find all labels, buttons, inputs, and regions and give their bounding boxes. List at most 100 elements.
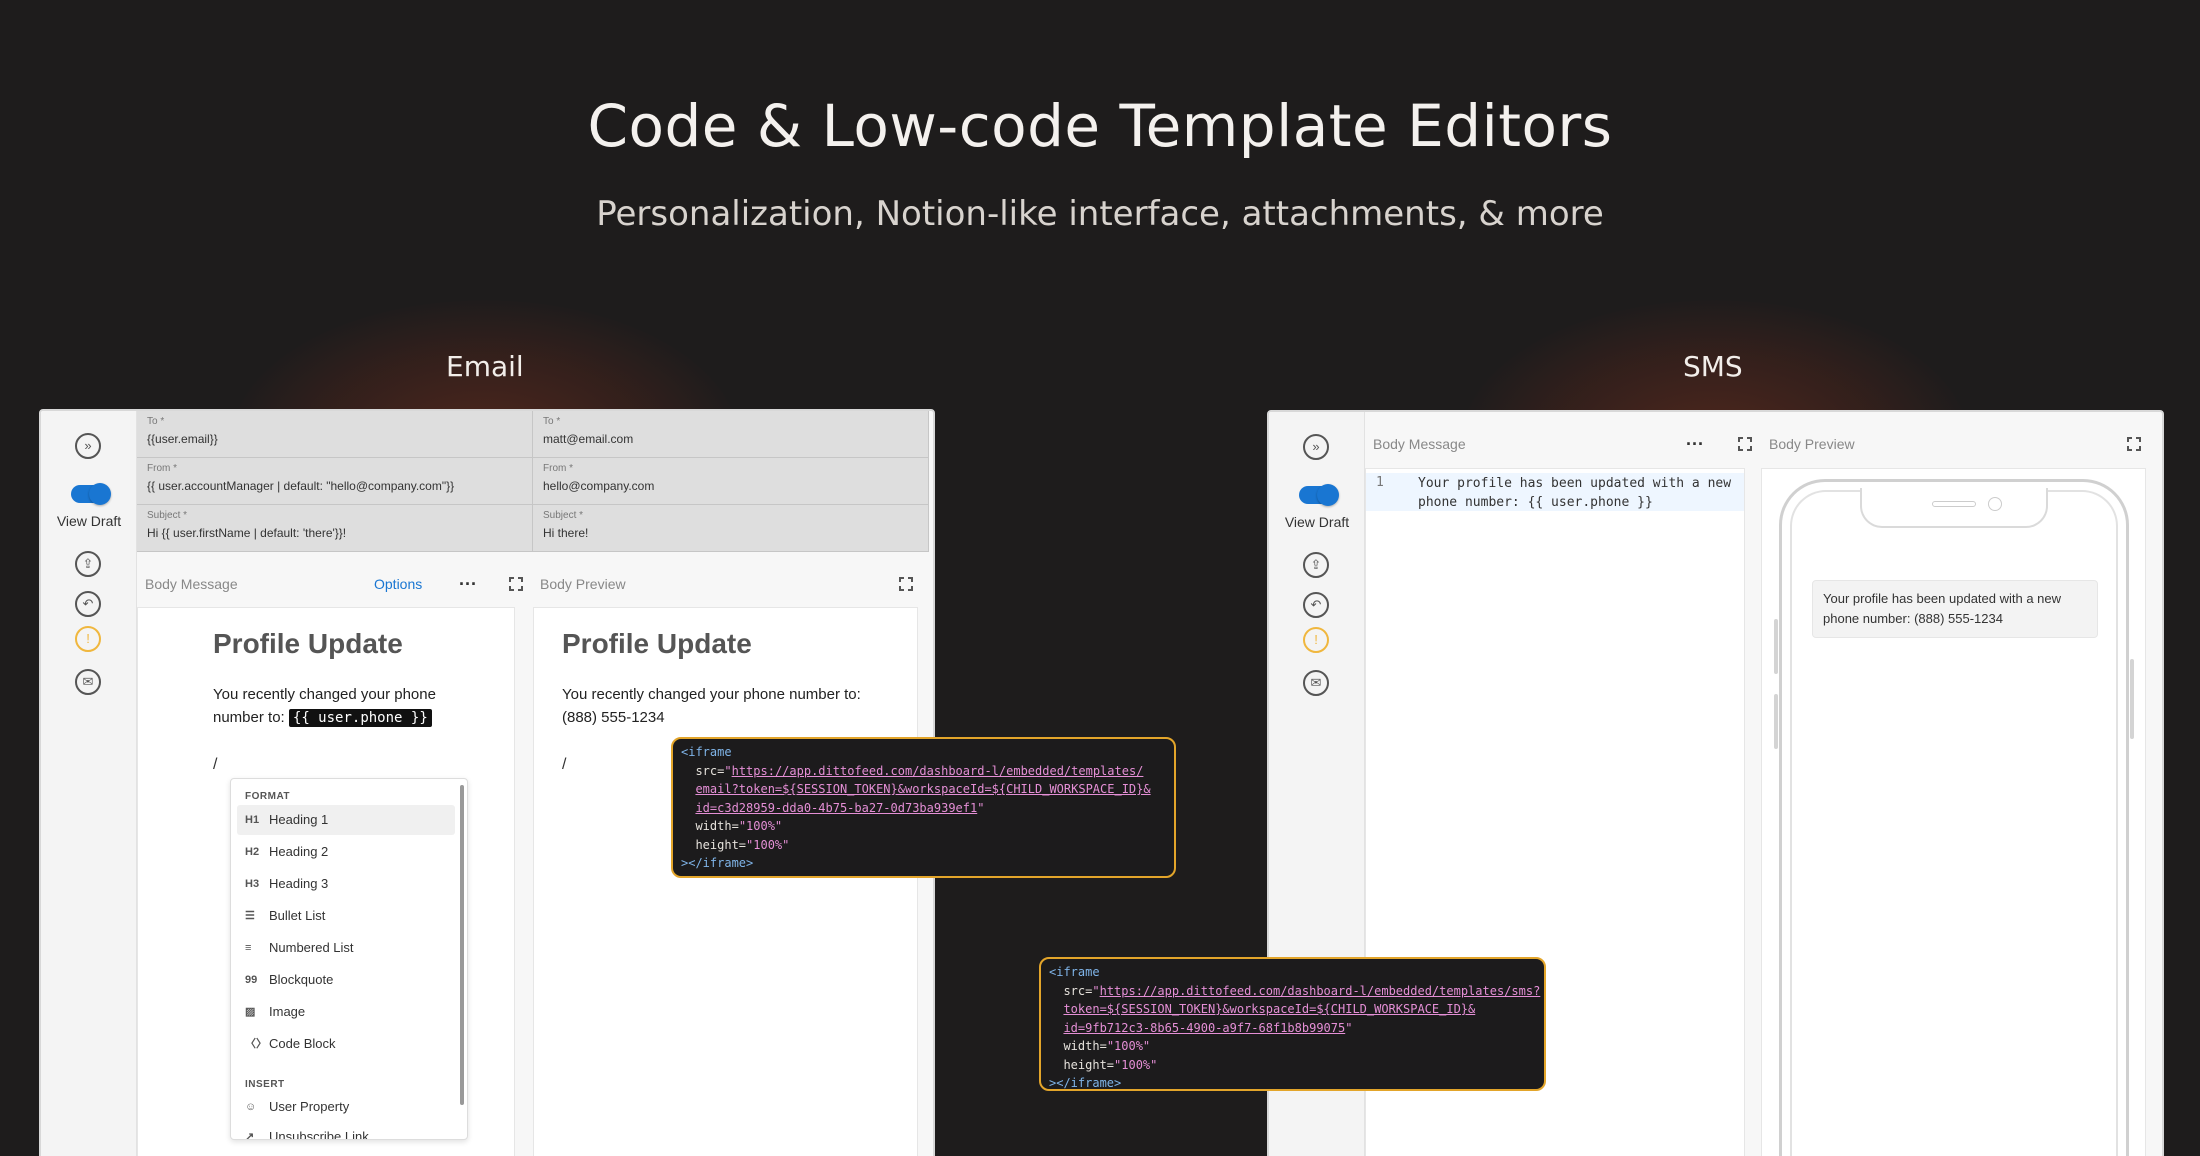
from-field[interactable]: From * {{ user.accountManager | default:… [137,458,533,505]
send-test-icon[interactable]: ✉ [75,669,101,695]
code-open-tag: <iframe [1049,965,1100,979]
sms-expand-preview-icon[interactable] [2127,437,2141,451]
more-options-button[interactable]: ... [459,569,477,590]
menu-item-user-property[interactable]: ☺ User Property [237,1092,455,1122]
phone-speaker [1932,501,1976,507]
unsubscribe-link-icon: ↗ [245,1131,255,1140]
code-height-val: "100%" [1114,1057,1158,1072]
phone-side-button [1774,694,1778,749]
expand-editor-icon[interactable] [509,577,523,591]
preview-doc-line2: (888) 555-1234 [562,709,665,726]
code-width-val: "100%" [1106,1039,1151,1053]
image-icon: ▨ [245,1006,256,1018]
menu-item-blockquote[interactable]: 99 Blockquote [237,965,455,995]
code-height-attr: height= [1063,1057,1115,1072]
to-preview-label: To * [543,416,561,427]
menu-item-label: Blockquote [269,972,334,987]
preview-doc-line1: You recently changed your phone number t… [562,686,861,703]
editor-doc-line2-prefix: number to: [213,709,285,726]
code-width-val: "100%" [738,819,783,833]
email-embed-code: <iframe src="https://app.dittofeed.com/d… [671,737,1176,878]
from-field-value: {{ user.accountManager | default: "hello… [147,479,455,493]
phone-side-button [2130,659,2134,739]
sms-editor-line2: phone number: {{ user.phone }} [1418,495,1653,510]
menu-item-label: Image [269,1004,306,1019]
options-button[interactable]: Options [374,576,422,592]
publish-icon[interactable]: ⇪ [75,551,101,577]
user-phone-variable[interactable]: {{ user.phone }} [288,709,432,727]
hero-subtitle: Personalization, Notion-like interface, … [596,194,1604,234]
subject-preview-field: Subject * Hi there! [533,505,929,552]
phone-notch [1860,488,2048,528]
menu-item-heading-3[interactable]: H3 Heading 3 [237,869,455,899]
email-section-label: Email [446,350,524,383]
publish-icon[interactable]: ⇪ [1303,552,1329,578]
preview-slash: / [562,756,567,773]
view-draft-toggle[interactable] [71,483,111,505]
sidebar-rail: » View Draft ⇪ ↶ ! ✉ [41,411,137,1156]
warning-icon[interactable]: ! [75,626,101,652]
menu-item-numbered-list[interactable]: ≡ Numbered List [237,933,455,963]
code-width-attr: width= [1063,1039,1107,1053]
code-height-attr: height= [695,837,747,852]
menu-item-heading-2[interactable]: H2 Heading 2 [237,837,455,867]
menu-scrollbar[interactable] [460,785,464,1105]
revert-icon[interactable]: ↶ [1303,592,1329,618]
slash-command-cursor: / [213,756,218,773]
from-preview-field: From * hello@company.com [533,458,929,505]
menu-item-unsubscribe-link[interactable]: ↗ Unsubscribe Link [237,1122,455,1140]
code-url-line2: email?token=${SESSION_TOKEN}&workspaceId… [695,782,1151,796]
sms-section-label: SMS [1683,350,1743,383]
phone-side-button [1774,619,1778,674]
menu-item-label: User Property [269,1099,350,1114]
slash-command-menu: FORMAT H1 Heading 1 H2 Heading 2 H3 Heading… [230,778,468,1140]
sms-embed-code: <iframe src="https://app.dittofeed.com/d… [1039,957,1546,1091]
revert-icon[interactable]: ↶ [75,591,101,617]
menu-item-label: Unsubscribe Link [269,1129,369,1140]
to-field-label: To * [147,416,165,427]
menu-item-label: Heading 3 [269,876,329,891]
view-draft-toggle[interactable] [1299,484,1339,506]
subject-field-label: Subject * [147,510,188,521]
hero-title: Code & Low-code Template Editors [587,92,1613,160]
to-field[interactable]: To * {{user.email}} [137,411,533,458]
to-preview-field: To * matt@email.com [533,411,929,458]
sms-preview-bubble: Your profile has been updated with a new… [1812,580,2098,638]
subject-preview-label: Subject * [543,510,584,521]
email-body-preview: Profile Update You recently changed your… [533,607,918,1156]
menu-item-image[interactable]: ▨ Image [237,997,455,1027]
code-block-icon: 〈〉 [245,1038,267,1050]
warning-icon[interactable]: ! [1303,627,1329,653]
send-test-icon[interactable]: ✉ [1303,670,1329,696]
code-src-attr: src= [695,763,725,778]
preview-doc-title: Profile Update [562,628,752,659]
to-preview-value: matt@email.com [543,432,634,446]
expand-sidebar-icon[interactable]: » [75,433,101,459]
code-url-line2: token=${SESSION_TOKEN}&workspaceId=${CHI… [1063,1002,1476,1016]
sms-editor-line1: Your profile has been updated with a new [1418,476,1732,491]
expand-preview-icon[interactable] [899,577,913,591]
expand-sidebar-icon[interactable]: » [1303,434,1329,460]
heading-3-icon: H3 [245,878,260,890]
phone-frame: Your profile has been updated with a new… [1779,479,2129,1156]
code-url-line1: https://app.dittofeed.com/dashboard-l/em… [731,763,1144,778]
menu-item-code-block[interactable]: 〈〉 Code Block [237,1029,455,1059]
heading-2-icon: H2 [245,846,260,858]
menu-item-label: Bullet List [269,908,326,923]
to-field-value: {{user.email}} [147,432,218,446]
editor-doc-title: Profile Update [213,628,403,659]
menu-item-bullet-list[interactable]: ☰ Bullet List [237,901,455,931]
sms-expand-editor-icon[interactable] [1738,437,1752,451]
code-url-line3: id=9fb712c3-8b65-4900-a9f7-68f1b8b99075 [1063,1020,1346,1035]
line-number: 1 [1376,475,1384,490]
email-body-editor[interactable]: Profile Update You recently changed your… [137,607,515,1156]
code-close-tag: ></iframe> [1049,1076,1122,1090]
menu-item-heading-1[interactable]: H1 Heading 1 [237,805,455,835]
sms-more-options-button[interactable]: ... [1686,429,1704,450]
subject-field[interactable]: Subject * Hi {{ user.firstName | default… [137,505,533,552]
menu-item-label: Heading 2 [269,844,329,859]
code-close-tag: ></iframe> [681,856,754,870]
menu-item-label: Code Block [269,1036,336,1051]
insert-heading: INSERT [245,1079,285,1090]
code-url-line3: id=c3d28959-dda0-4b75-ba27-0d73ba939ef1 [695,800,978,815]
